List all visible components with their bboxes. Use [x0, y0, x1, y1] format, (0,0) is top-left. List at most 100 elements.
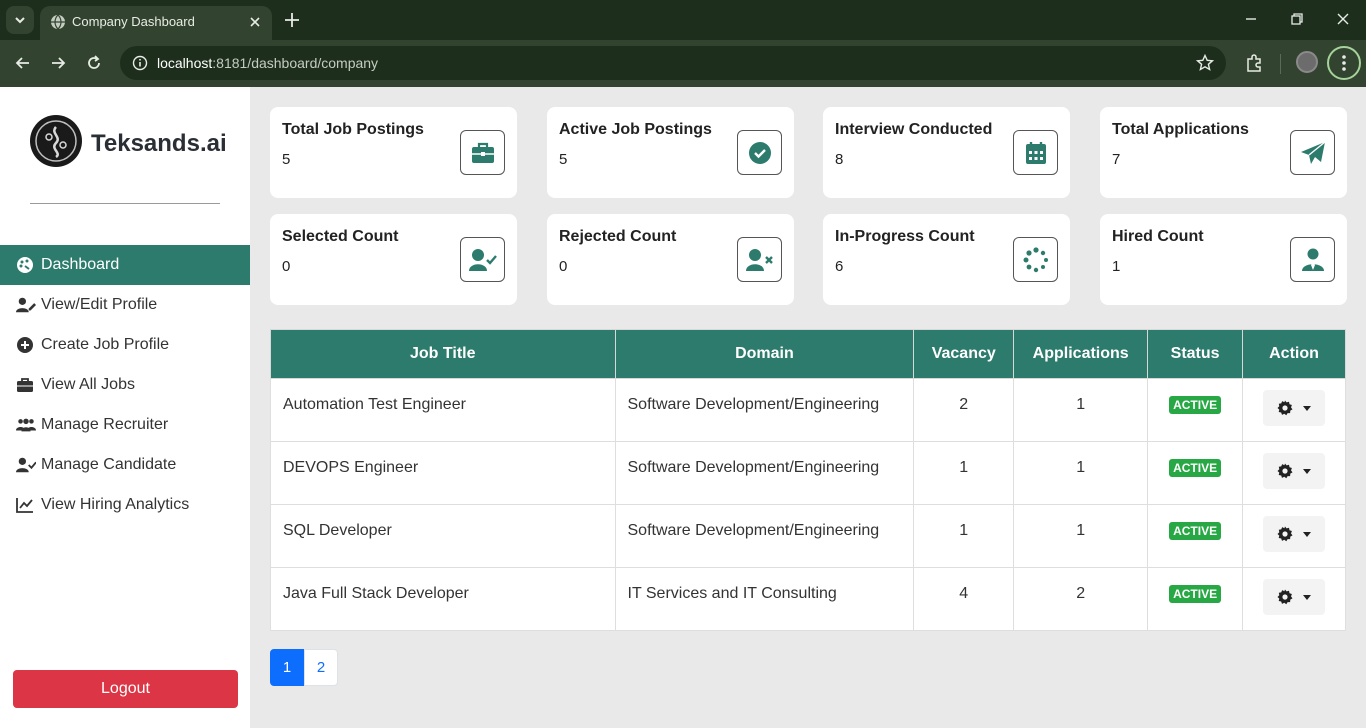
browser-tab[interactable]: Company Dashboard	[40, 6, 272, 40]
reload-icon[interactable]	[85, 54, 103, 72]
action-dropdown-button[interactable]	[1263, 579, 1326, 615]
cell-domain: Software Development/Engineering	[614, 441, 915, 505]
page-button-2[interactable]: 2	[304, 649, 338, 686]
address-bar[interactable]: localhost:8181/dashboard/company	[120, 46, 1226, 80]
column-header-domain: Domain	[614, 329, 915, 379]
action-dropdown-button[interactable]	[1263, 516, 1326, 552]
stat-card-rejected-count: Rejected Count 0	[547, 214, 794, 305]
minimize-icon[interactable]	[1244, 12, 1258, 26]
jobs-table: Job Title Domain Vacancy Applications St…	[270, 329, 1346, 631]
sidebar-item-dashboard[interactable]: Dashboard	[0, 245, 250, 285]
tab-title: Company Dashboard	[72, 14, 195, 29]
page-button-1[interactable]: 1	[270, 649, 304, 686]
bookmark-star-icon[interactable]	[1196, 54, 1214, 72]
stat-card-hired-count: Hired Count 1	[1100, 214, 1347, 305]
sidebar-item-label: Manage Candidate	[41, 456, 177, 473]
restore-icon[interactable]	[1290, 12, 1304, 26]
sidebar-item-create-job-profile[interactable]: Create Job Profile	[0, 325, 250, 365]
table-row: DEVOPS Engineer Software Development/Eng…	[270, 441, 1346, 505]
browser-menu-button[interactable]	[1327, 46, 1361, 80]
briefcase-icon	[16, 376, 36, 394]
stat-card-in-progress-count: In-Progress Count 6	[823, 214, 1070, 305]
cell-job-title: SQL Developer	[270, 504, 616, 568]
url-host: localhost	[157, 55, 213, 71]
stat-card-total-job-postings: Total Job Postings 5	[270, 107, 517, 198]
sidebar-item-manage-recruiter[interactable]: Manage Recruiter	[0, 405, 250, 445]
cell-vacancy: 1	[913, 504, 1015, 568]
new-tab-icon[interactable]	[282, 10, 302, 30]
window-close-icon[interactable]	[1336, 12, 1350, 26]
gear-icon	[1277, 526, 1293, 542]
cell-action	[1242, 378, 1346, 442]
card-value: 7	[1112, 151, 1121, 168]
card-label: Rejected Count	[559, 228, 677, 245]
cell-vacancy: 1	[913, 441, 1015, 505]
status-badge: ACTIVE	[1169, 585, 1222, 603]
tab-search-button[interactable]	[6, 6, 34, 34]
cell-action	[1242, 441, 1346, 505]
chart-line-icon	[16, 496, 36, 514]
sidebar-item-label: View/Edit Profile	[41, 296, 158, 313]
card-value: 8	[835, 151, 844, 168]
sidebar-item-label: Create Job Profile	[41, 336, 170, 353]
user-check-icon	[16, 456, 36, 474]
close-icon[interactable]	[248, 15, 262, 29]
cell-applications: 1	[1013, 378, 1149, 442]
cell-domain: Software Development/Engineering	[614, 504, 915, 568]
column-header-action: Action	[1242, 329, 1346, 379]
browser-toolbar: localhost:8181/dashboard/company	[0, 40, 1366, 87]
user-times-icon	[737, 237, 782, 282]
card-value: 1	[1112, 258, 1121, 275]
action-dropdown-button[interactable]	[1263, 453, 1326, 489]
table-header-row: Job Title Domain Vacancy Applications St…	[270, 329, 1346, 379]
cell-job-title: Automation Test Engineer	[270, 378, 616, 442]
card-value: 6	[835, 258, 844, 275]
forward-arrow-icon[interactable]	[49, 54, 67, 72]
plus-circle-icon	[16, 336, 36, 354]
paper-plane-icon	[1290, 130, 1335, 175]
cell-domain: IT Services and IT Consulting	[614, 567, 915, 631]
sidebar-menu: Dashboard View/Edit Profile Create Job P…	[0, 245, 250, 525]
users-icon	[16, 416, 36, 434]
briefcase-icon	[460, 130, 505, 175]
cell-status: ACTIVE	[1147, 567, 1244, 631]
status-badge: ACTIVE	[1169, 459, 1222, 477]
back-arrow-icon[interactable]	[14, 54, 32, 72]
check-circle-icon	[737, 130, 782, 175]
profile-avatar[interactable]	[1296, 51, 1318, 73]
sidebar-item-manage-candidate[interactable]: Manage Candidate	[0, 445, 250, 485]
brand-name: Teksands.ai	[91, 130, 227, 157]
browser-tab-bar: Company Dashboard	[0, 0, 1366, 40]
info-icon[interactable]	[132, 55, 148, 71]
card-value: 5	[282, 151, 291, 168]
sidebar-divider	[30, 203, 220, 204]
calendar-icon	[1013, 130, 1058, 175]
card-label: Selected Count	[282, 228, 399, 245]
sidebar-item-label: View Hiring Analytics	[41, 496, 190, 513]
card-label: In-Progress Count	[835, 228, 975, 245]
stat-card-selected-count: Selected Count 0	[270, 214, 517, 305]
logo-emblem-icon	[35, 120, 77, 162]
action-dropdown-button[interactable]	[1263, 390, 1326, 426]
card-value: 5	[559, 151, 568, 168]
sidebar-item-view-edit-profile[interactable]: View/Edit Profile	[0, 285, 250, 325]
gear-icon	[1277, 400, 1293, 416]
card-label: Active Job Postings	[559, 121, 712, 138]
cell-action	[1242, 504, 1346, 568]
spinner-icon	[1013, 237, 1058, 282]
logout-button[interactable]: Logout	[13, 670, 238, 708]
cell-applications: 2	[1013, 567, 1149, 631]
caret-down-icon	[1303, 531, 1312, 537]
sidebar-item-view-hiring-analytics[interactable]: View Hiring Analytics	[0, 485, 250, 525]
caret-down-icon	[1303, 468, 1312, 474]
column-header-applications: Applications	[1013, 329, 1149, 379]
caret-down-icon	[1303, 405, 1312, 411]
sidebar-item-view-all-jobs[interactable]: View All Jobs	[0, 365, 250, 405]
sidebar-item-label: Dashboard	[41, 256, 120, 273]
cell-job-title: Java Full Stack Developer	[270, 567, 616, 631]
stat-card-interview-conducted: Interview Conducted 8	[823, 107, 1070, 198]
card-value: 0	[559, 258, 568, 275]
table-row: Automation Test Engineer Software Develo…	[270, 378, 1346, 442]
table-row: Java Full Stack Developer IT Services an…	[270, 567, 1346, 631]
extensions-icon[interactable]	[1244, 53, 1264, 73]
